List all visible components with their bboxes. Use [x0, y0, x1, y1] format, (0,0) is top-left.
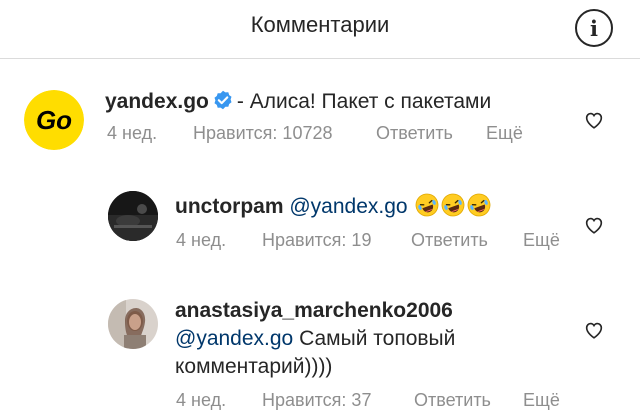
comment-time: 4 нед.	[107, 123, 158, 143]
likes-count[interactable]: Нравится: 10728	[193, 123, 376, 144]
mention-link[interactable]: @yandex.go	[289, 195, 407, 218]
comment-meta: 4 нед. Нравится: 10728 Ответить Ещё	[107, 123, 523, 144]
header-bar: Комментарии i	[0, 0, 640, 59]
user-photo-icon	[108, 299, 158, 349]
heart-icon[interactable]	[583, 109, 605, 131]
comment-text: anastasiya_marchenko2006 @yandex.go Самы…	[175, 297, 575, 381]
likes-count[interactable]: Нравится: 37	[262, 390, 414, 411]
comment-body: Самый топовый	[299, 327, 456, 350]
avatar[interactable]	[108, 299, 158, 349]
comment-meta: 4 нед. Нравится: 37 Ответить Ещё	[176, 390, 560, 411]
yandex-go-logo: Go	[24, 90, 84, 150]
reply-button[interactable]: Ответить	[411, 230, 523, 251]
more-button[interactable]: Ещё	[486, 123, 523, 144]
likes-count[interactable]: Нравится: 19	[262, 230, 411, 251]
mention-link[interactable]: @yandex.go	[175, 327, 293, 350]
more-button[interactable]: Ещё	[523, 390, 560, 411]
comment-text: yandex.go - Алиса! Пакет с пакетами	[105, 88, 565, 118]
reply-button[interactable]: Ответить	[414, 390, 523, 411]
page-title: Комментарии	[250, 12, 390, 37]
comment-username[interactable]: unctorpam	[175, 195, 284, 218]
more-button[interactable]: Ещё	[523, 230, 560, 251]
comment-body-continued: комментарий))))	[175, 355, 333, 378]
info-icon[interactable]: i	[575, 9, 613, 47]
heart-icon[interactable]	[583, 214, 605, 236]
avatar[interactable]	[108, 191, 158, 241]
comment-username[interactable]: anastasiya_marchenko2006	[175, 297, 575, 325]
rolling-on-floor-laughing-emoji	[442, 193, 465, 217]
emoji-group	[413, 193, 491, 218]
avatar[interactable]: Go	[24, 90, 84, 150]
rolling-on-floor-laughing-emoji	[416, 193, 439, 217]
comment-time: 4 нед.	[176, 390, 227, 410]
comment-text: unctorpam @yandex.go	[175, 193, 575, 221]
heart-icon[interactable]	[583, 319, 605, 341]
comment-item: unctorpam @yandex.go 4 нед. Нравится: 19 О…	[0, 178, 640, 268]
verified-badge-icon	[213, 90, 233, 118]
comment-username[interactable]: yandex.go	[105, 90, 209, 113]
comment-item: Go yandex.go - Алиса! Пакет с пакетами 4 …	[0, 59, 640, 169]
comment-item: anastasiya_marchenko2006 @yandex.go Самы…	[0, 283, 640, 419]
rolling-on-floor-laughing-emoji	[468, 193, 491, 217]
svg-text:Go: Go	[36, 105, 72, 135]
user-photo-icon	[108, 191, 158, 241]
reply-button[interactable]: Ответить	[376, 123, 486, 144]
comment-body: - Алиса! Пакет с пакетами	[236, 90, 492, 113]
comment-meta: 4 нед. Нравится: 19 Ответить Ещё	[176, 230, 560, 251]
comment-time: 4 нед.	[176, 230, 227, 250]
